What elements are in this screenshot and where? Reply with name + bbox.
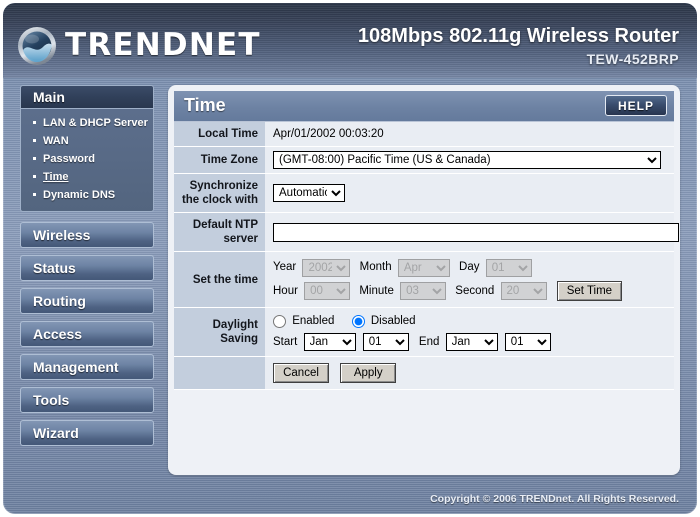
form-row-local-time: Local Time Apr/01/2002 00:03:20 [174, 122, 674, 147]
help-button[interactable]: HELP [605, 95, 667, 116]
daylight-disabled-radio[interactable] [351, 314, 365, 328]
minute-label: Minute [359, 284, 394, 297]
form-row-ntp-server: Default NTP server [174, 212, 679, 252]
sync-clock-label: Synchronize the clock with [174, 173, 265, 213]
cancel-button[interactable]: Cancel [273, 363, 329, 384]
router-admin-page: TRENDNET 108Mbps 802.11g Wireless Router… [0, 0, 700, 517]
daylight-start-day-select[interactable]: 01 [362, 333, 409, 352]
nav-group-main: Main LAN & DHCP Server WAN Password Time [20, 85, 154, 212]
hour-label: Hour [273, 284, 298, 297]
apply-button[interactable]: Apply [340, 363, 397, 384]
bullet-icon [33, 120, 36, 124]
local-time-value-cell: Apr/01/2002 00:03:20 [265, 122, 674, 147]
form-row-sync-clock: Synchronize the clock with Automatic [174, 173, 674, 213]
sidebar-item-routing[interactable]: Routing [20, 288, 154, 314]
sidebar-item-time[interactable]: Time [21, 168, 153, 186]
set-time-label: Set the time [174, 251, 265, 309]
panel-title-bar: Time HELP [174, 91, 674, 122]
hour-select[interactable]: 00 [304, 282, 351, 301]
sidebar-item-password[interactable]: Password [21, 150, 153, 168]
actions-label-spacer [174, 356, 265, 391]
sidebar-item-status[interactable]: Status [20, 255, 154, 281]
daylight-saving-label: Daylight Saving [174, 307, 265, 358]
sidebar-item-wireless[interactable]: Wireless [20, 222, 154, 248]
footer-copyright: Copyright © 2006 TRENDnet. All Rights Re… [430, 493, 679, 505]
bullet-icon [33, 192, 36, 196]
local-time-value: Apr/01/2002 00:03:20 [273, 128, 384, 140]
sidebar-item-management[interactable]: Management [20, 354, 154, 380]
sidebar-item-label: LAN & DHCP Server [43, 117, 148, 129]
daylight-start-label: Start [273, 336, 298, 349]
sidebar-item-lan-dhcp-server[interactable]: LAN & DHCP Server [21, 114, 153, 132]
daylight-end-day-select[interactable]: 01 [504, 333, 551, 352]
daylight-disabled-label: Disabled [370, 315, 416, 328]
trendnet-globe-logo-icon [16, 25, 58, 67]
month-select[interactable]: Apr [397, 258, 450, 277]
second-label: Second [455, 284, 495, 297]
sidebar-item-access[interactable]: Access [20, 321, 154, 347]
day-select[interactable]: 01 [485, 258, 532, 277]
set-time-clock-line: Hour 00 Minute 03 Second 20 Set Time [273, 280, 674, 304]
daylight-radio-line: Enabled Disabled [273, 312, 674, 332]
ntp-server-value-cell [265, 212, 679, 252]
daylight-range-line: Start Jan 01 End Jan 01 [273, 332, 674, 352]
ntp-server-label: Default NTP server [174, 212, 265, 252]
minute-select[interactable]: 03 [400, 282, 447, 301]
sidebar-nav: Main LAN & DHCP Server WAN Password Time [20, 85, 154, 453]
form-row-actions: Cancel Apply [174, 356, 674, 391]
page-title: Time [184, 95, 226, 115]
content-panel-inner: Time HELP Local Time Apr/01/2002 00:03:2… [174, 91, 679, 391]
sidebar-item-tools[interactable]: Tools [20, 387, 154, 413]
sync-clock-select[interactable]: Automatic [273, 184, 345, 202]
window-frame: TRENDNET 108Mbps 802.11g Wireless Router… [3, 3, 697, 514]
daylight-end-label: End [418, 336, 440, 349]
sidebar-item-label: Dynamic DNS [43, 189, 116, 201]
sync-clock-value-cell: Automatic [265, 173, 674, 213]
daylight-start-month-select[interactable]: Jan [303, 333, 356, 352]
product-model: TEW-452BRP [586, 51, 679, 67]
sidebar-item-wizard[interactable]: Wizard [20, 420, 154, 446]
product-title: 108Mbps 802.11g Wireless Router [357, 25, 679, 47]
set-time-date-line: Year 2002 Month Apr Day 01 [273, 256, 674, 280]
daylight-enabled-radio[interactable] [273, 314, 286, 328]
second-select[interactable]: 20 [500, 282, 547, 301]
time-settings-form: Local Time Apr/01/2002 00:03:20 Time Zon… [174, 122, 679, 391]
set-time-button[interactable]: Set Time [556, 281, 623, 302]
sidebar-item-label: Time [43, 171, 69, 183]
bullet-icon [33, 174, 36, 178]
set-time-value-cell: Year 2002 Month Apr Day 01 Hour 00 Minut… [265, 251, 674, 309]
form-row-time-zone: Time Zone (GMT-08:00) Pacific Time (US &… [174, 146, 674, 174]
sidebar-item-label: WAN [43, 135, 69, 147]
year-label: Year [273, 261, 297, 273]
actions-cell: Cancel Apply [265, 356, 674, 391]
sidebar-item-main[interactable]: Main [20, 85, 154, 109]
ntp-server-input[interactable] [273, 222, 679, 242]
brand-wordmark: TRENDNET [65, 27, 261, 63]
daylight-saving-value-cell: Enabled Disabled Start Jan 01 End Jan 01 [265, 307, 674, 358]
bullet-icon [33, 138, 36, 142]
time-zone-value-cell: (GMT-08:00) Pacific Time (US & Canada) [265, 146, 674, 174]
sidebar-item-wan[interactable]: WAN [21, 132, 153, 150]
year-select[interactable]: 2002 [302, 258, 351, 277]
page-header: TRENDNET 108Mbps 802.11g Wireless Router… [3, 3, 697, 78]
sidebar-item-label: Password [43, 153, 95, 165]
time-zone-select[interactable]: (GMT-08:00) Pacific Time (US & Canada) [273, 151, 661, 169]
local-time-label: Local Time [174, 122, 265, 147]
form-row-daylight-saving: Daylight Saving Enabled Disabled Start J… [174, 307, 674, 358]
time-zone-label: Time Zone [174, 146, 265, 174]
bullet-icon [33, 156, 36, 160]
nav-submenu-main: LAN & DHCP Server WAN Password Time Dyna… [20, 109, 154, 212]
month-label: Month [359, 261, 392, 273]
daylight-enabled-label: Enabled [292, 315, 335, 328]
sidebar-item-dynamic-dns[interactable]: Dynamic DNS [21, 186, 153, 204]
day-label: Day [459, 261, 480, 273]
form-row-set-time: Set the time Year 2002 Month Apr Day 01 … [174, 251, 674, 309]
daylight-end-month-select[interactable]: Jan [445, 333, 498, 352]
content-panel: Time HELP Local Time Apr/01/2002 00:03:2… [168, 85, 680, 475]
